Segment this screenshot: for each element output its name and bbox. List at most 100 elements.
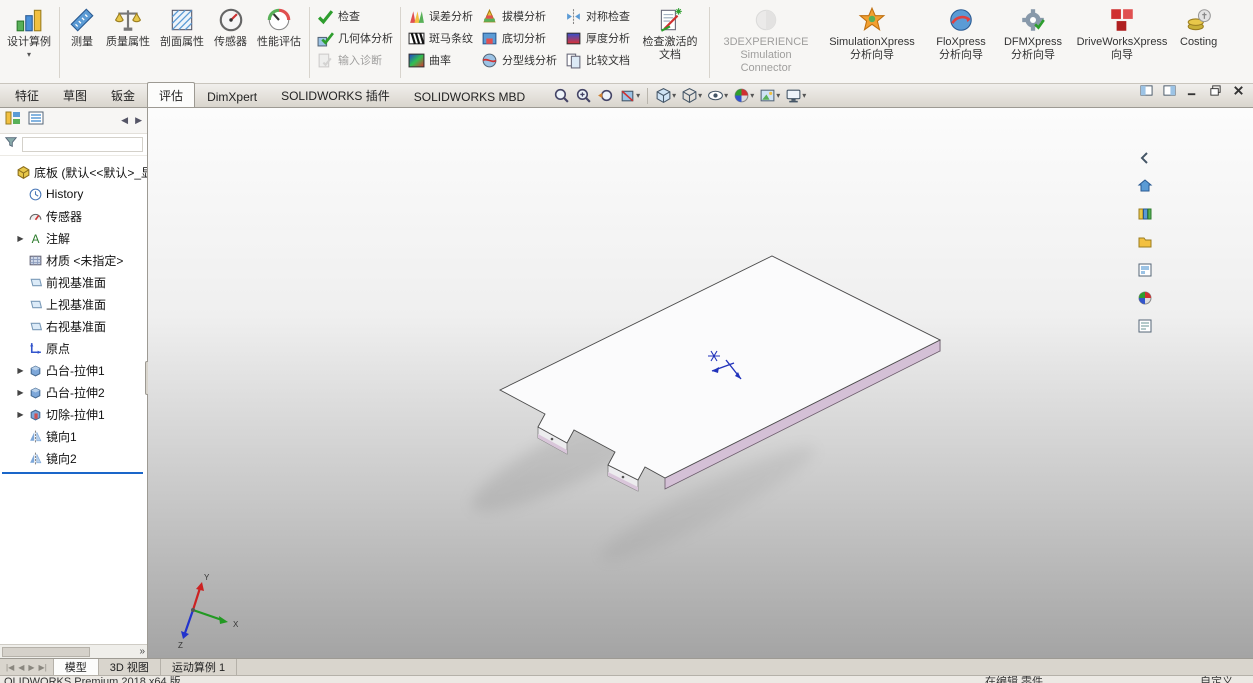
dfmxpress-button[interactable]: DFMXpress 分析向导 bbox=[997, 2, 1069, 83]
design-study-button[interactable]: 设计算例 ▾ bbox=[2, 2, 56, 83]
rollback-bar[interactable] bbox=[2, 472, 143, 474]
custom-properties-icon[interactable] bbox=[1137, 318, 1153, 339]
compare-documents-button[interactable]: 比较文档 bbox=[565, 51, 630, 69]
tree-item-sensors[interactable]: 传感器 bbox=[0, 205, 147, 227]
tab-sketch[interactable]: 草图 bbox=[51, 82, 99, 107]
tab-features[interactable]: 特征 bbox=[3, 82, 51, 107]
display-style-button[interactable]: ▾ bbox=[679, 86, 704, 105]
draft-analysis-button[interactable]: 拔模分析 bbox=[481, 7, 557, 25]
scroll-left-icon[interactable]: ◀ bbox=[18, 663, 24, 672]
check-active-document-button[interactable]: 检查激活的文档 bbox=[634, 2, 706, 83]
tree-item-annotations[interactable]: ▶ A 注解 bbox=[0, 227, 147, 249]
boss-extrude-icon bbox=[28, 385, 43, 400]
scroll-last-icon[interactable]: ▶| bbox=[39, 663, 47, 672]
expander-icon[interactable]: ▶ bbox=[16, 388, 25, 397]
undercut-analysis-icon bbox=[481, 30, 498, 47]
zoom-fit-button[interactable] bbox=[551, 86, 572, 105]
thickness-analysis-button[interactable]: 厚度分析 bbox=[565, 29, 630, 47]
appearances-icon[interactable] bbox=[1137, 290, 1153, 311]
zebra-stripes-button[interactable]: 斑马条纹 bbox=[408, 29, 473, 47]
solidworks-resources-icon[interactable] bbox=[1137, 178, 1153, 199]
view-orientation-button[interactable]: ▾ bbox=[653, 86, 678, 105]
tree-item-cut-extrude1[interactable]: ▶ 切除-拉伸1 bbox=[0, 403, 147, 425]
expander-icon[interactable]: ▶ bbox=[16, 366, 25, 375]
tree-item-boss-extrude2[interactable]: ▶ 凸台-拉伸2 bbox=[0, 381, 147, 403]
simulationxpress-button[interactable]: SimulationXpress 分析向导 bbox=[819, 2, 925, 83]
tab-motion-study-1[interactable]: 运动算例 1 bbox=[161, 659, 238, 675]
status-bar: OLIDWORKS Premium 2018 x64 版 在编辑 零件 自定义 bbox=[0, 675, 1253, 683]
tab-solidworks-addins[interactable]: SOLIDWORKS 插件 bbox=[269, 82, 402, 107]
import-diagnostics-button[interactable]: 输入诊断 bbox=[317, 51, 393, 69]
scroll-right-icon[interactable]: ▶ bbox=[28, 663, 34, 672]
tree-item-top-plane[interactable]: 上视基准面 bbox=[0, 293, 147, 315]
status-custom-dropdown[interactable]: 自定义 bbox=[1200, 676, 1233, 683]
restore-button[interactable] bbox=[1209, 84, 1222, 102]
section-view-button[interactable]: ▾ bbox=[617, 86, 642, 105]
expander-icon[interactable]: ▶ bbox=[16, 234, 25, 243]
chevron-left-icon[interactable]: ◀ bbox=[121, 115, 128, 126]
display-pane-tab[interactable] bbox=[28, 110, 44, 131]
tab-sheet-metal[interactable]: 钣金 bbox=[99, 82, 147, 107]
panel-horizontal-scrollbar[interactable]: » bbox=[0, 644, 147, 658]
costing-button[interactable]: Costing bbox=[1175, 2, 1222, 83]
edit-appearance-button[interactable]: ▾ bbox=[731, 86, 756, 105]
hide-show-items-button[interactable]: ▾ bbox=[705, 86, 730, 105]
origin-icon bbox=[28, 341, 43, 356]
scrollbar-thumb[interactable] bbox=[2, 646, 90, 657]
tab-dimxpert[interactable]: DimXpert bbox=[195, 85, 269, 107]
plane-icon bbox=[28, 275, 43, 290]
geometry-analysis-button[interactable]: 几何体分析 bbox=[317, 29, 393, 47]
zoom-to-area-button[interactable] bbox=[573, 86, 594, 105]
tree-item-history[interactable]: History bbox=[0, 183, 147, 205]
symmetry-check-button[interactable]: 对称检查 bbox=[565, 7, 630, 25]
panel-expand-arrow-icon[interactable]: » bbox=[139, 646, 145, 657]
measure-button[interactable]: 测量 bbox=[63, 2, 101, 83]
status-editing-mode: 在编辑 零件 bbox=[985, 676, 1044, 683]
3dexperience-connector-button[interactable]: 3DEXPERIENCE Simulation Connector bbox=[713, 2, 819, 83]
featuremanager-tab[interactable] bbox=[5, 110, 21, 131]
tab-model[interactable]: 模型 bbox=[53, 659, 99, 675]
tab-evaluate[interactable]: 评估 bbox=[147, 82, 196, 107]
check-button[interactable]: 检查 bbox=[317, 7, 393, 25]
design-library-icon[interactable] bbox=[1137, 206, 1153, 227]
tree-filter-input[interactable] bbox=[22, 137, 143, 152]
minimize-button[interactable] bbox=[1186, 84, 1199, 102]
tree-item-material[interactable]: 材质 <未指定> bbox=[0, 249, 147, 271]
task-pane-collapse-arrow-icon[interactable] bbox=[1137, 150, 1153, 171]
tree-item-mirror1[interactable]: 镜向1 bbox=[0, 425, 147, 447]
undercut-analysis-button[interactable]: 底切分析 bbox=[481, 29, 557, 47]
tab-solidworks-mbd[interactable]: SOLIDWORKS MBD bbox=[402, 85, 537, 107]
view-settings-button[interactable]: ▾ bbox=[783, 86, 808, 105]
floxpress-button[interactable]: FloXpress 分析向导 bbox=[925, 2, 997, 83]
parting-line-analysis-button[interactable]: 分型线分析 bbox=[481, 51, 557, 69]
apply-scene-button[interactable]: ▾ bbox=[757, 86, 782, 105]
tree-item-mirror2[interactable]: 镜向2 bbox=[0, 447, 147, 469]
tab-3d-views[interactable]: 3D 视图 bbox=[99, 659, 161, 675]
scroll-first-icon[interactable]: |◀ bbox=[6, 663, 14, 672]
driveworksxpress-button[interactable]: DriveWorksXpress 向导 bbox=[1069, 2, 1175, 83]
file-explorer-icon[interactable] bbox=[1137, 234, 1153, 255]
sensor-button[interactable]: 传感器 bbox=[209, 2, 252, 83]
tree-item-boss-extrude1[interactable]: ▶ 凸台-拉伸1 bbox=[0, 359, 147, 381]
tree-item-front-plane[interactable]: 前视基准面 bbox=[0, 271, 147, 293]
chevron-right-icon[interactable]: ▶ bbox=[135, 115, 142, 126]
performance-evaluation-button[interactable]: 性能评估 bbox=[252, 2, 306, 83]
zebra-stripes-icon bbox=[408, 30, 425, 47]
deviation-analysis-button[interactable]: 误差分析 bbox=[408, 7, 473, 25]
pane-right-button[interactable] bbox=[1163, 84, 1176, 102]
curvature-button[interactable]: 曲率 bbox=[408, 51, 473, 69]
tree-item-origin[interactable]: 原点 bbox=[0, 337, 147, 359]
tree-root-part[interactable]: 底板 (默认<<默认>_显 bbox=[0, 161, 147, 183]
section-properties-button[interactable]: 剖面属性 bbox=[155, 2, 209, 83]
view-palette-icon[interactable] bbox=[1137, 262, 1153, 283]
heads-up-view-toolbar: ▾ ▾ ▾ ▾ ▾ ▾ ▾ bbox=[551, 86, 808, 107]
triad-x-label: X bbox=[233, 620, 239, 629]
pane-left-button[interactable] bbox=[1140, 84, 1153, 102]
viewport-canvas[interactable]: X Y Z bbox=[148, 108, 1253, 658]
tree-item-right-plane[interactable]: 右视基准面 bbox=[0, 315, 147, 337]
previous-view-button[interactable] bbox=[595, 86, 616, 105]
close-button[interactable] bbox=[1232, 84, 1245, 102]
expander-icon[interactable]: ▶ bbox=[16, 410, 25, 419]
mass-properties-button[interactable]: 质量属性 bbox=[101, 2, 155, 83]
chevron-down-icon: ▾ bbox=[776, 90, 781, 100]
